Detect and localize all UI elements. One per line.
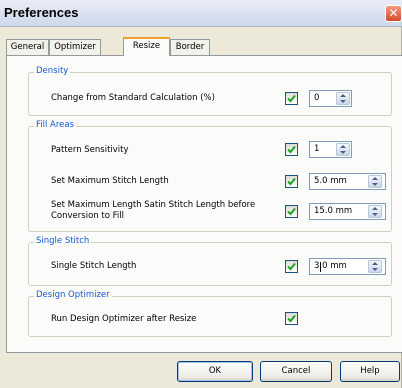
spin-up-icon [340, 94, 346, 97]
max-satin-length-label: Set Maximum Length Satin Stitch Length b… [51, 200, 256, 221]
density-change-checkbox[interactable] [285, 92, 298, 105]
dialog-title: Preferences [4, 5, 79, 20]
check-icon [287, 177, 296, 186]
density-spinner[interactable] [336, 92, 350, 105]
check-icon [287, 145, 296, 154]
close-icon: ✕ [388, 6, 399, 20]
max-satin-length-checkbox[interactable] [285, 205, 298, 218]
tab-border[interactable]: Border [170, 39, 210, 55]
spin-up-icon [372, 207, 378, 210]
max-satin-length-value: 15.0 mm [314, 206, 353, 216]
max-stitch-length-checkbox[interactable] [285, 175, 298, 188]
spin-down-icon [372, 213, 378, 216]
run-optimizer-label: Run Design Optimizer after Resize [51, 314, 197, 324]
tab-general[interactable]: General [6, 39, 49, 55]
design-optimizer-group-title: Design Optimizer [34, 290, 112, 300]
max-stitch-length-value: 5.0 mm [314, 176, 347, 186]
cancel-button[interactable]: Cancel [260, 361, 332, 382]
single-stitch-length-value: 3.0 mm [314, 261, 347, 271]
single-stitch-length-field[interactable]: 3.0 mm [309, 258, 386, 275]
spin-down-icon [372, 268, 378, 271]
pattern-sensitivity-field[interactable]: 1 [309, 141, 352, 158]
text-caret [320, 262, 321, 272]
max-satin-length-field[interactable]: 15.0 mm [309, 203, 386, 220]
pattern-sensitivity-spinner[interactable] [336, 143, 350, 156]
spin-up-icon [340, 145, 346, 148]
spin-down-icon [372, 183, 378, 186]
single-stitch-length-label: Single Stitch Length [51, 261, 137, 271]
help-button[interactable]: Help [340, 361, 400, 382]
tab-optimizer[interactable]: Optimizer [49, 39, 101, 55]
run-optimizer-checkbox[interactable] [285, 312, 298, 325]
pattern-sensitivity-value: 1 [314, 144, 320, 154]
max-stitch-length-spinner[interactable] [368, 175, 382, 188]
single-stitch-group-title: Single Stitch [34, 236, 92, 246]
preferences-dialog: Preferences ✕ General Optimizer Resize B… [0, 0, 402, 388]
spin-up-icon [372, 177, 378, 180]
density-change-label: Change from Standard Calculation (%) [51, 93, 215, 103]
spin-up-icon [372, 262, 378, 265]
fill-areas-group-title: Fill Areas [34, 120, 77, 130]
check-icon [287, 314, 296, 323]
pattern-sensitivity-checkbox[interactable] [285, 143, 298, 156]
pattern-sensitivity-label: Pattern Sensitivity [51, 145, 129, 155]
spin-down-icon [340, 100, 346, 103]
check-icon [287, 207, 296, 216]
density-change-field[interactable]: 0 [309, 90, 352, 107]
single-stitch-length-spinner[interactable] [368, 260, 382, 273]
max-stitch-length-field[interactable]: 5.0 mm [309, 173, 386, 190]
ok-button[interactable]: OK [177, 361, 253, 382]
tab-resize[interactable]: Resize [123, 37, 170, 56]
check-icon [287, 262, 296, 271]
single-stitch-length-checkbox[interactable] [285, 260, 298, 273]
max-stitch-length-label: Set Maximum Stitch Length [51, 176, 169, 186]
spin-down-icon [340, 151, 346, 154]
density-group-title: Density [34, 66, 71, 76]
title-bar: Preferences ✕ [0, 0, 402, 27]
close-button[interactable]: ✕ [385, 5, 402, 22]
density-change-value: 0 [314, 93, 320, 103]
max-satin-length-spinner[interactable] [368, 205, 382, 218]
check-icon [287, 94, 296, 103]
